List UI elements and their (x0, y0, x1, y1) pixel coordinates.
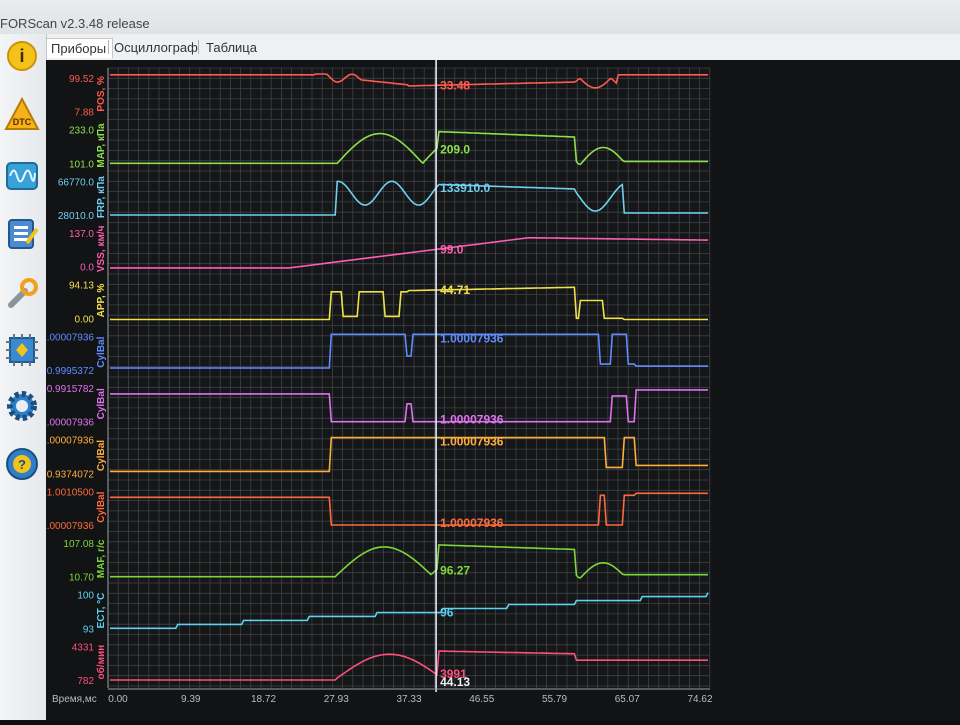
y-min-label: 101.0 (69, 159, 94, 170)
x-tick-label: 27.93 (324, 694, 349, 705)
x-tick-label: 46.55 (469, 694, 494, 705)
series-name-label: POS, % (96, 76, 107, 112)
series-name-label: об/мин (95, 645, 107, 680)
y-min-label: 28010.0 (58, 211, 95, 222)
gear-icon (7, 391, 37, 421)
cursor-readout: 1.00007936 (440, 331, 504, 345)
x-tick-label: 55.79 (542, 694, 567, 705)
tab-separator (198, 40, 199, 54)
y-max-label: 1.00007936 (46, 332, 94, 343)
x-tick-label: 65.07 (615, 694, 640, 705)
cursor-readout: 1.00007936 (440, 435, 504, 449)
x-tick-label: 37.33 (396, 694, 421, 705)
left-toolbar: i DTC ? (0, 34, 47, 720)
y-min-label: 0.9995372 (47, 366, 95, 377)
help-button[interactable]: ? (2, 444, 42, 484)
cursor-readout: 209.0 (440, 142, 470, 156)
y-min-label: 1.00007936 (46, 521, 94, 532)
cursor-readout: 1.00007936 (440, 413, 504, 427)
y-max-label: 107.08 (63, 539, 94, 550)
cursor-readout: 96.27 (440, 563, 470, 577)
series-name-label: APP, % (96, 284, 107, 318)
cursor-readout: 1.00007936 (440, 516, 504, 530)
x-tick-label: 0.00 (108, 694, 128, 705)
service-button[interactable] (2, 274, 42, 314)
cursor-time-label: 44.13 (440, 675, 470, 689)
series-name-label: MAP, кПа (96, 123, 107, 168)
chip-icon (6, 334, 38, 366)
series-name-label: CylBal (96, 440, 107, 471)
svg-text:DTC: DTC (13, 117, 32, 127)
y-max-label: 233.0 (69, 126, 94, 137)
tab-oscilloscope[interactable]: Осциллограф (108, 38, 204, 57)
dtc-button[interactable]: DTC (2, 94, 42, 134)
series-name-label: CylBal (96, 388, 107, 419)
y-max-label: 100 (77, 591, 94, 602)
cursor-readout: 133910.0 (440, 181, 490, 195)
info-button[interactable]: i (2, 36, 42, 76)
tab-bar: Приборы Осциллограф Таблица (0, 34, 960, 61)
title-bar: FORScan v2.3.48 release (0, 0, 960, 34)
cursor-readout: 33.48 (440, 78, 470, 92)
y-max-label: 94.13 (69, 281, 94, 292)
svg-text:i: i (19, 46, 24, 66)
configuration-button[interactable] (2, 330, 42, 370)
y-min-label: 93 (83, 624, 95, 635)
y-max-label: 137.0 (69, 229, 94, 240)
series-name-label: FRP, кПа (96, 176, 107, 218)
y-max-label: 4331 (72, 642, 95, 653)
y-max-label: 0.9915782 (47, 384, 95, 395)
info-icon: i (7, 41, 37, 71)
y-min-label: 7.88 (75, 108, 95, 119)
y-min-label: 0.9374072 (47, 469, 95, 480)
oscilloscope-chart[interactable]: 99.52 7.88POS, % 33.48 233.0 101.0 MAP, кПа 20… (41, 60, 960, 720)
tests-button[interactable] (2, 214, 42, 254)
help-icon: ? (6, 448, 38, 480)
oscilloscope-button[interactable] (2, 156, 42, 196)
x-tick-label: 18.72 (251, 694, 276, 705)
cursor-readout: 44.71 (440, 283, 470, 297)
window-title: FORScan v2.3.48 release (0, 16, 150, 31)
y-max-label: 99.52 (69, 74, 94, 85)
y-max-label: 1.0010500 (47, 487, 95, 498)
series-name-label: ECT, °C (96, 593, 107, 629)
y-min-label: 10.70 (69, 573, 94, 584)
series-name-label: VSS, км/ч (96, 225, 107, 272)
svg-text:?: ? (18, 457, 26, 472)
cursor-readout: 96 (440, 605, 454, 619)
y-min-label: 1.00007936 (46, 418, 94, 429)
x-tick-label: 74.62 (687, 694, 712, 705)
y-max-label: 1.00007936 (46, 436, 94, 447)
wrench-icon (8, 278, 38, 308)
settings-button[interactable] (2, 386, 42, 426)
series-name-label: MAF, г/с (96, 539, 107, 578)
checklist-icon (8, 219, 39, 249)
oscilloscope-icon (6, 162, 38, 190)
y-min-label: 0.0 (80, 263, 94, 274)
series-name-label: CylBal (96, 336, 107, 367)
series-name-label: CylBal (96, 491, 107, 522)
tab-gauges[interactable]: Приборы (44, 38, 114, 58)
y-min-label: 782 (77, 676, 94, 687)
x-axis-label: Время,мс (52, 694, 97, 705)
oscilloscope-panel: 99.52 7.88 POS, % 33.48 233.0 101.0 MAP, кПа 20… (41, 60, 960, 720)
dtc-icon: DTC (4, 96, 40, 130)
y-max-label: 66770.0 (58, 177, 95, 188)
x-tick-label: 9.39 (181, 694, 201, 705)
cursor-readout: 99.0 (440, 242, 464, 256)
y-min-label: 0.00 (75, 314, 95, 325)
tab-table[interactable]: Таблица (200, 38, 263, 57)
